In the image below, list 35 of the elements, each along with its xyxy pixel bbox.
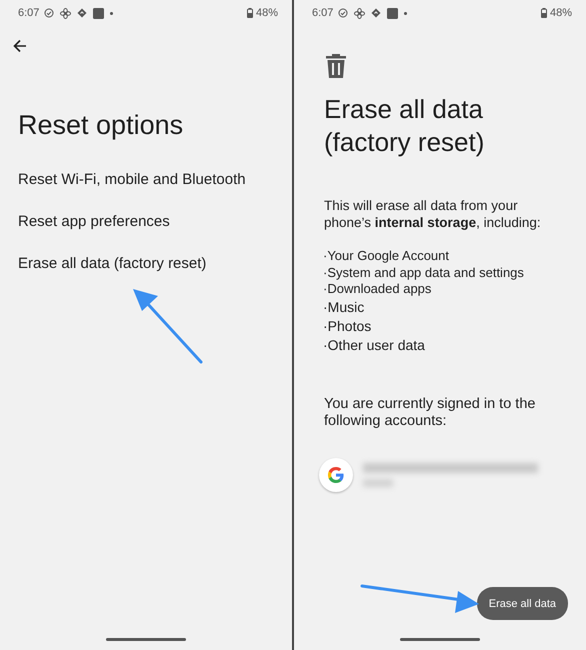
settings-option[interactable]: Erase all data (factory reset) [18,255,292,272]
page-title: Erase all data (factory reset) [324,93,486,159]
list-item: ·Downloaded apps [323,281,432,298]
list-item: ·Your Google Account [323,248,450,264]
settings-option[interactable]: Reset Wi-Fi, mobile and Bluetooth [18,171,292,188]
fan-icon [60,8,72,18]
fan-icon [354,8,366,18]
status-time: 6:07 [312,7,334,19]
home-bar[interactable] [400,638,480,641]
battery-percent: 48% [550,7,572,19]
square-icon [387,8,398,18]
check-circle-icon [338,8,348,18]
google-logo-icon [319,458,353,492]
list-item: ·Photos [323,316,372,336]
page-title: Reset options [18,110,184,141]
diamond-icon [77,8,88,18]
accounts-text: You are currently signed in to the following accounts: [324,396,536,430]
square-icon [93,8,104,18]
battery-percent: 48% [256,7,278,19]
list-item: ·Other user data [323,336,426,354]
battery-icon [540,8,547,18]
dot-icon [404,12,408,14]
battery-icon [246,8,253,18]
list-item: ·Music [323,298,366,316]
dot-icon [110,12,114,14]
back-button[interactable] [13,39,27,53]
erase-button[interactable]: Erase all data [476,587,568,620]
home-bar[interactable] [106,638,186,641]
settings-option[interactable]: Reset app preferences [18,213,292,230]
list-item: ·System and app data and settings [323,264,525,281]
status-time: 6:07 [18,7,40,19]
description-text: This will erase all data from your phone’s internal storage, including: [324,197,542,231]
diamond-icon [371,8,382,18]
check-circle-icon [44,8,54,18]
trash-icon [325,53,347,79]
